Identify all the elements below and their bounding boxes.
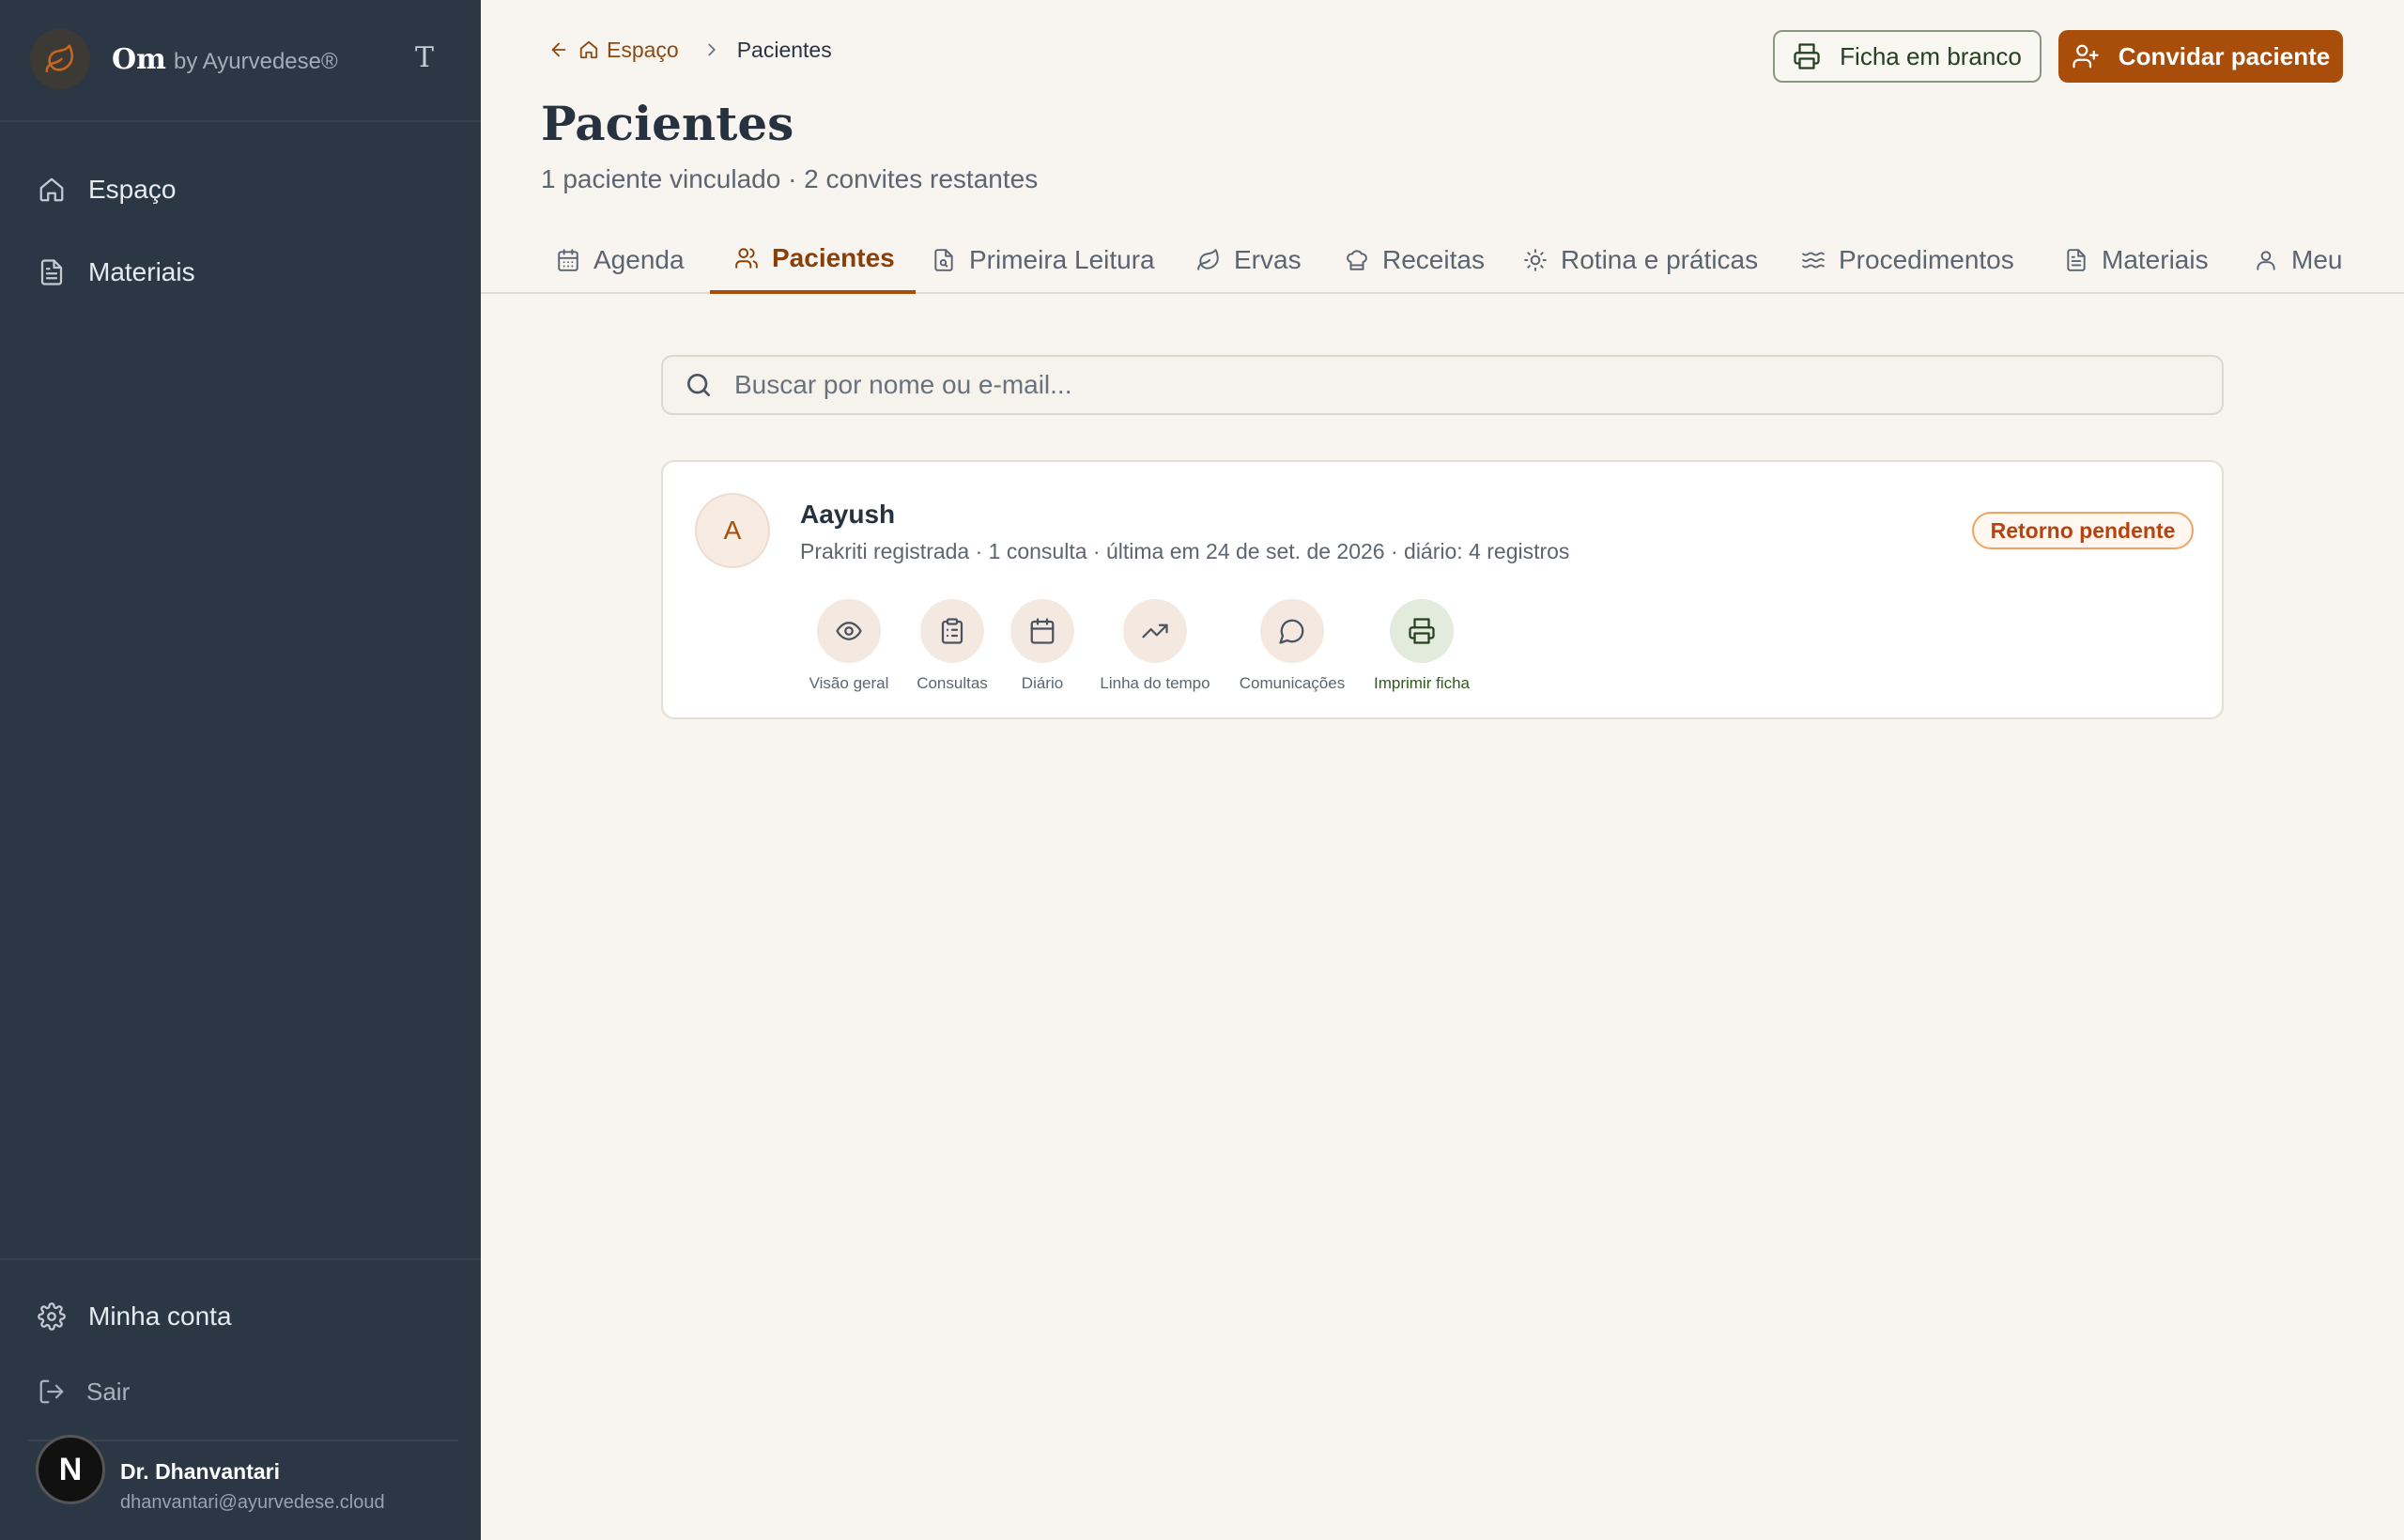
font-toggle-button[interactable]: T bbox=[409, 41, 439, 75]
document-search-icon bbox=[934, 248, 953, 271]
tab-label: Procedimentos bbox=[1839, 244, 2014, 274]
document-icon bbox=[40, 259, 63, 285]
action-circle[interactable] bbox=[1390, 599, 1454, 663]
users-icon bbox=[735, 247, 758, 269]
arrow-left-icon[interactable] bbox=[548, 39, 569, 60]
patient-avatar: A bbox=[695, 493, 770, 568]
waves-icon bbox=[1802, 251, 1825, 269]
action-circle[interactable] bbox=[1123, 599, 1187, 663]
chef-hat-icon bbox=[1347, 249, 1367, 270]
action-circle[interactable] bbox=[1260, 599, 1324, 663]
tab-label: Ervas bbox=[1234, 244, 1302, 274]
logout-label: Sair bbox=[86, 1377, 131, 1406]
user-icon bbox=[2257, 250, 2275, 270]
sidebar-item-espaco[interactable]: Espaço bbox=[38, 162, 451, 218]
avatar[interactable]: N bbox=[36, 1435, 105, 1504]
patient-meta: Prakriti registrada · 1 consulta · últim… bbox=[800, 539, 1570, 563]
tab-label: Meu bbox=[2291, 244, 2343, 274]
document-icon bbox=[2067, 248, 2086, 271]
action-imprimir-ficha[interactable]: Imprimir ficha bbox=[1347, 599, 1497, 693]
calendar-icon bbox=[558, 248, 578, 271]
breadcrumb: Espaço Pacientes bbox=[548, 36, 832, 64]
tab-primeira-leitura[interactable]: Primeira Leitura bbox=[932, 225, 1155, 294]
user-divider bbox=[28, 1440, 458, 1441]
logout-button[interactable]: Sair bbox=[38, 1363, 451, 1420]
breadcrumb-link-espaco[interactable]: Espaço bbox=[607, 38, 679, 63]
home-icon bbox=[579, 40, 598, 59]
printer-icon bbox=[1409, 618, 1435, 644]
leaf-logo-icon[interactable] bbox=[30, 29, 90, 89]
patient-name[interactable]: Aayush bbox=[800, 500, 895, 530]
tab-receitas[interactable]: Receitas bbox=[1345, 225, 1485, 294]
action-circle[interactable] bbox=[817, 599, 881, 663]
action-label: Comunicações bbox=[1239, 674, 1346, 692]
sidebar-item-minha-conta[interactable]: Minha conta bbox=[38, 1288, 451, 1345]
clipboard-icon bbox=[941, 618, 963, 644]
tab-rotina-e-praticas[interactable]: Rotina e práticas bbox=[1523, 225, 1758, 294]
breadcrumb-current: Pacientes bbox=[736, 37, 832, 62]
patient-card[interactable]: A Aayush Prakriti registrada · 1 consult… bbox=[661, 460, 2224, 719]
page-subtitle: 1 paciente vinculado · 2 convites restan… bbox=[541, 164, 1039, 193]
chevron-right-icon bbox=[708, 43, 716, 56]
tab-label: Pacientes bbox=[772, 242, 895, 272]
printer-icon bbox=[1794, 43, 1820, 69]
tab-label: Receitas bbox=[1382, 244, 1485, 274]
action-circle[interactable] bbox=[1010, 599, 1074, 663]
blank-form-label: Ficha em branco bbox=[1840, 41, 2022, 70]
sidebar-divider bbox=[0, 1258, 481, 1260]
tab-meu[interactable]: Meu bbox=[2254, 225, 2342, 294]
brand-subtitle: by Ayurvedese® bbox=[174, 49, 338, 74]
action-linha-do-tempo[interactable]: Linha do tempo bbox=[1080, 599, 1230, 693]
status-badge: Retorno pendente bbox=[1972, 512, 2194, 549]
tab-label: Materiais bbox=[2102, 244, 2209, 274]
gear-icon bbox=[38, 1302, 66, 1331]
search-input[interactable] bbox=[734, 370, 2143, 400]
calendar-icon bbox=[1030, 618, 1055, 644]
tab-materiais[interactable]: Materiais bbox=[2064, 225, 2209, 294]
tab-label: Rotina e práticas bbox=[1561, 244, 1759, 274]
tab-label: Agenda bbox=[593, 244, 685, 274]
action-comunicacoes[interactable]: Comunicações bbox=[1217, 599, 1367, 693]
tab-pacientes[interactable]: Pacientes bbox=[710, 225, 916, 294]
search-icon bbox=[687, 374, 710, 396]
trend-icon bbox=[1142, 624, 1168, 639]
tab-agenda[interactable]: Agenda bbox=[556, 225, 685, 294]
brand-header: Om by Ayurvedese® T bbox=[0, 0, 481, 122]
user-email: dhanvantari@ayurvedese.cloud bbox=[120, 1492, 385, 1513]
action-label: Imprimir ficha bbox=[1373, 674, 1470, 692]
sidebar: Om by Ayurvedese® T Espaço Materiais Min… bbox=[0, 0, 481, 1540]
page-title: Pacientes bbox=[541, 96, 794, 151]
sidebar-item-label: Espaço bbox=[88, 175, 177, 204]
sidebar-item-label: Materiais bbox=[88, 257, 195, 286]
chat-icon bbox=[1279, 619, 1304, 644]
eye-icon bbox=[836, 622, 862, 640]
tab-ervas[interactable]: Ervas bbox=[1196, 225, 1302, 294]
logout-icon bbox=[39, 1379, 64, 1404]
invite-patient-label: Convidar paciente bbox=[2118, 41, 2331, 70]
search-box bbox=[661, 355, 2224, 415]
sun-icon bbox=[1524, 248, 1547, 271]
leaf-icon bbox=[1197, 248, 1219, 270]
home-icon bbox=[39, 177, 64, 202]
sidebar-item-materiais[interactable]: Materiais bbox=[38, 244, 451, 300]
tab-bar: Agenda Pacientes Primeira Leitura Ervas … bbox=[481, 225, 2404, 294]
brand-name: Om bbox=[112, 43, 166, 76]
tab-label: Primeira Leitura bbox=[969, 244, 1155, 274]
sidebar-item-label: Minha conta bbox=[88, 1301, 232, 1331]
blank-form-button[interactable]: Ficha em branco bbox=[1773, 30, 2042, 83]
action-label: Linha do tempo bbox=[1100, 674, 1210, 692]
user-name: Dr. Dhanvantari bbox=[120, 1459, 280, 1484]
user-plus-icon bbox=[2073, 44, 2099, 69]
tab-procedimentos[interactable]: Procedimentos bbox=[1801, 225, 2014, 294]
invite-patient-button[interactable]: Convidar paciente bbox=[2058, 30, 2343, 83]
